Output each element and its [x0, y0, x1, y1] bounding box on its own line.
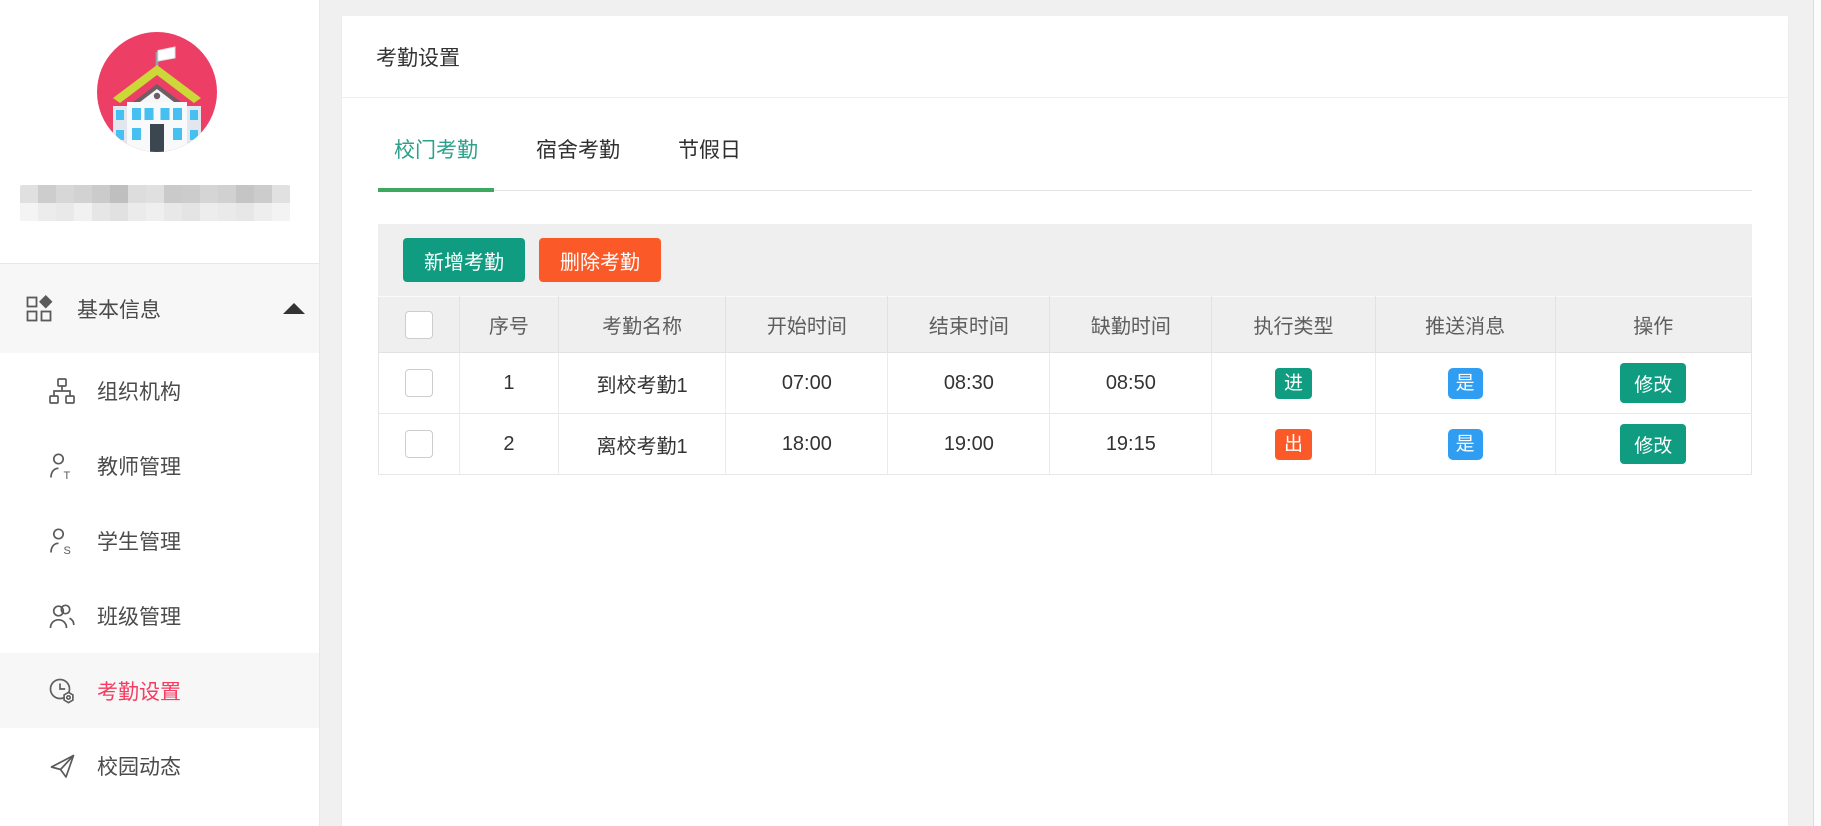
sidebar-item-attendance-settings[interactable]: 考勤设置 [0, 653, 319, 728]
table-header-row: 序号 考勤名称 开始时间 结束时间 缺勤时间 执行类型 推送消息 操作 [379, 297, 1752, 353]
row-checkbox[interactable] [405, 430, 433, 458]
sidebar-item-label: 组织机构 [97, 376, 181, 406]
edit-button[interactable]: 修改 [1620, 424, 1686, 464]
sidebar-item-label: 校园动态 [97, 751, 181, 781]
student-person-icon: S [47, 526, 77, 556]
grid-diamond-icon [24, 294, 54, 324]
cell-no: 1 [460, 353, 559, 414]
exec-type-badge: 出 [1275, 429, 1312, 460]
sidebar-item-label: 考勤设置 [97, 676, 181, 706]
teacher-person-icon: T [47, 451, 77, 481]
tab-content: 新增考勤 删除考勤 序号 考勤名称 开始时间 [342, 191, 1788, 475]
edit-button[interactable]: 修改 [1620, 363, 1686, 403]
sidebar-item-students[interactable]: S 学生管理 [0, 503, 319, 578]
cell-name: 离校考勤1 [558, 414, 726, 475]
tab-bar: 校门考勤 宿舍考勤 节假日 [378, 98, 1752, 191]
redacted-school-name [20, 185, 290, 221]
paper-plane-icon [47, 751, 77, 781]
sidebar-section-label: 基本信息 [77, 294, 161, 324]
header-checkbox-cell [379, 297, 460, 353]
cell-start-time: 18:00 [726, 414, 888, 475]
cell-end-time: 19:00 [888, 414, 1050, 475]
cell-absent-time: 08:50 [1050, 353, 1212, 414]
push-message-badge: 是 [1448, 368, 1483, 399]
column-header-push-message: 推送消息 [1375, 297, 1555, 353]
column-header-exec-type: 执行类型 [1212, 297, 1375, 353]
clock-gear-icon [47, 676, 77, 706]
panel-header: 考勤设置 [342, 16, 1788, 98]
cell-name: 到校考勤1 [558, 353, 726, 414]
cell-no: 2 [460, 414, 559, 475]
toolbar: 新增考勤 删除考勤 [378, 224, 1752, 296]
sidebar: 基本信息 组织机构 [0, 0, 320, 826]
column-header-end-time: 结束时间 [888, 297, 1050, 353]
svg-text:S: S [64, 545, 71, 556]
cell-start-time: 07:00 [726, 353, 888, 414]
sidebar-item-teachers[interactable]: T 教师管理 [0, 428, 319, 503]
vertical-scrollbar[interactable] [1813, 0, 1821, 826]
chevron-up-icon[interactable] [283, 303, 305, 314]
column-header-no: 序号 [460, 297, 559, 353]
tab-dorm-attendance[interactable]: 宿舍考勤 [520, 98, 636, 190]
push-message-badge: 是 [1448, 429, 1483, 460]
svg-text:T: T [64, 470, 71, 481]
sidebar-menu: 组织机构 T 教师管理 S [0, 353, 319, 803]
sidebar-item-campus-news[interactable]: 校园动态 [0, 728, 319, 803]
select-all-checkbox[interactable] [405, 311, 433, 339]
add-attendance-button[interactable]: 新增考勤 [403, 238, 525, 282]
sidebar-section-basic-info[interactable]: 基本信息 [0, 263, 319, 353]
column-header-name: 考勤名称 [558, 297, 726, 353]
row-checkbox[interactable] [405, 369, 433, 397]
app-root: 基本信息 组织机构 [0, 0, 1821, 826]
column-header-absent-time: 缺勤时间 [1050, 297, 1212, 353]
people-icon [47, 601, 77, 631]
attendance-table: 序号 考勤名称 开始时间 结束时间 缺勤时间 执行类型 推送消息 操作 1 到 [378, 296, 1752, 475]
tab-holidays[interactable]: 节假日 [662, 98, 757, 190]
tab-school-gate-attendance[interactable]: 校门考勤 [378, 98, 494, 190]
delete-attendance-button[interactable]: 删除考勤 [539, 238, 661, 282]
sidebar-item-organization[interactable]: 组织机构 [0, 353, 319, 428]
sidebar-item-classes[interactable]: 班级管理 [0, 578, 319, 653]
cell-absent-time: 19:15 [1050, 414, 1212, 475]
main-panel: 考勤设置 校门考勤 宿舍考勤 节假日 新增考勤 删除考勤 [342, 16, 1788, 826]
table-row: 1 到校考勤1 07:00 08:30 08:50 进 是 修改 [379, 353, 1752, 414]
org-chart-icon [47, 376, 77, 406]
column-header-actions: 操作 [1555, 297, 1751, 353]
cell-end-time: 08:30 [888, 353, 1050, 414]
sidebar-item-label: 班级管理 [97, 601, 181, 631]
table-row: 2 离校考勤1 18:00 19:00 19:15 出 是 修改 [379, 414, 1752, 475]
page-title: 考勤设置 [376, 42, 460, 72]
exec-type-badge: 进 [1275, 368, 1312, 399]
sidebar-item-label: 教师管理 [97, 451, 181, 481]
column-header-start-time: 开始时间 [726, 297, 888, 353]
school-building-logo [97, 32, 217, 152]
sidebar-item-label: 学生管理 [97, 526, 181, 556]
